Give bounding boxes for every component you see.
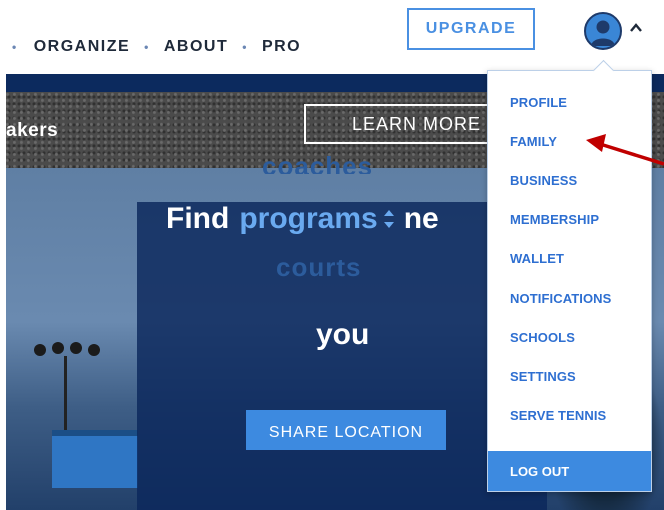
nav-item-pro[interactable]: PRO bbox=[262, 38, 301, 56]
logout-button[interactable]: LOG OUT bbox=[488, 451, 651, 491]
banner-text: akers bbox=[6, 120, 59, 141]
rotating-word-above: coaches bbox=[262, 152, 374, 174]
headline-suffix: ne bbox=[403, 202, 439, 235]
menu-notch bbox=[592, 59, 615, 82]
stadium-light bbox=[34, 344, 46, 356]
share-location-button[interactable]: SHARE LOCATION bbox=[246, 410, 446, 450]
learn-more-button[interactable]: LEARN MORE bbox=[304, 104, 504, 144]
menu-item-notifications[interactable]: NOTIFICATIONS bbox=[510, 291, 611, 306]
nav-separator: • bbox=[144, 40, 150, 54]
stadium-light bbox=[70, 342, 82, 354]
search-panel bbox=[137, 202, 547, 510]
stadium-light bbox=[88, 344, 100, 356]
nav-separator: • bbox=[12, 40, 18, 54]
headline-line-two: you bbox=[316, 318, 370, 351]
court-wall bbox=[52, 430, 138, 488]
nav-separator: • bbox=[242, 40, 248, 54]
hero-headline: Find programs ne bbox=[166, 202, 439, 236]
user-avatar-icon[interactable] bbox=[584, 12, 622, 50]
annotation-arrow-icon bbox=[586, 134, 664, 166]
menu-item-membership[interactable]: MEMBERSHIP bbox=[510, 212, 599, 227]
menu-item-family[interactable]: FAMILY bbox=[510, 134, 557, 149]
nav-item-organize[interactable]: ORGANIZE bbox=[34, 38, 130, 56]
stadium-light bbox=[52, 342, 64, 354]
main-nav: • ORGANIZE • ABOUT • PRO bbox=[0, 36, 301, 58]
upgrade-button[interactable]: UPGRADE bbox=[407, 8, 535, 50]
menu-item-schools[interactable]: SCHOOLS bbox=[510, 330, 575, 345]
headline-keyword[interactable]: programs bbox=[239, 202, 377, 236]
cropped-top-text bbox=[0, 0, 664, 16]
menu-item-profile[interactable]: PROFILE bbox=[510, 95, 567, 110]
menu-item-business[interactable]: BUSINESS bbox=[510, 173, 577, 188]
menu-item-wallet[interactable]: WALLET bbox=[510, 251, 564, 266]
menu-item-settings[interactable]: SETTINGS bbox=[510, 369, 576, 384]
menu-item-serve-tennis[interactable]: SERVE TENNIS bbox=[510, 408, 606, 423]
nav-item-about[interactable]: ABOUT bbox=[164, 38, 228, 56]
chevron-up-icon[interactable] bbox=[628, 20, 644, 36]
sort-toggle-icon[interactable] bbox=[382, 206, 396, 232]
headline-prefix: Find bbox=[166, 202, 230, 235]
rotating-word-below: courts bbox=[276, 260, 362, 282]
